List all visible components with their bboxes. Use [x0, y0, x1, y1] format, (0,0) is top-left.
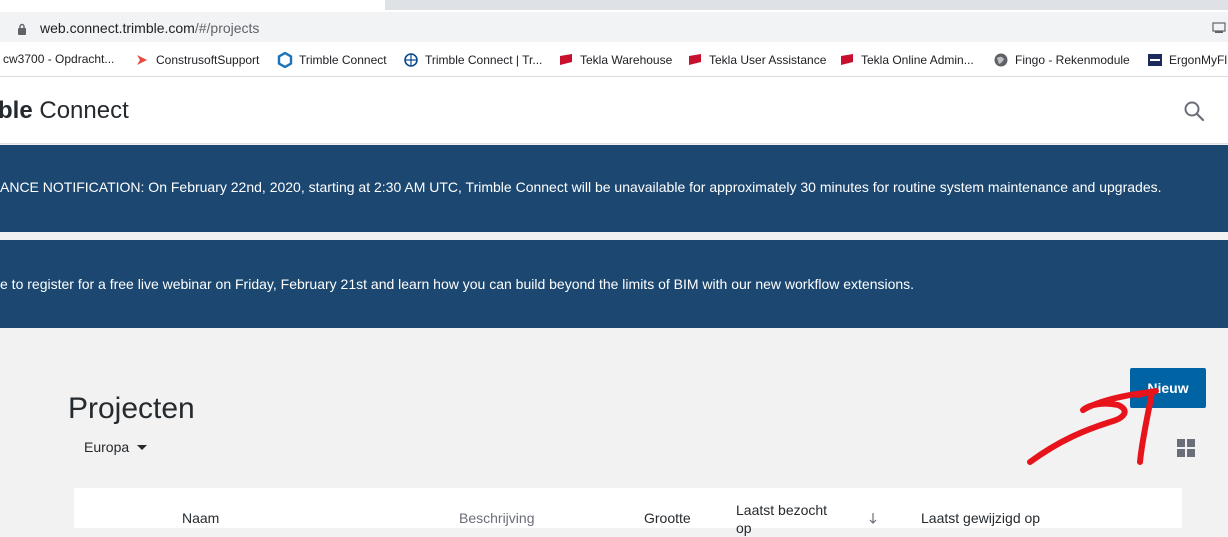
- column-name[interactable]: Naam: [182, 510, 219, 526]
- browser-tab-strip: [0, 0, 1228, 10]
- bookmark-label: Fingo - Rekenmodule: [1015, 53, 1130, 67]
- bookmark-label: ErgonMyFl: [1169, 53, 1228, 67]
- browser-address-bar: web.connect.trimble.com/#/projects: [0, 10, 1228, 44]
- bookmark-item[interactable]: Tekla Warehouse: [558, 52, 672, 68]
- bookmark-item[interactable]: Trimble Connect | Tr...: [403, 52, 542, 68]
- url-host: web.connect.trimble.com: [40, 20, 195, 36]
- bookmark-item[interactable]: ConstrusoftSupport: [134, 52, 259, 68]
- globe-icon: [994, 53, 1008, 67]
- column-last-visited-line1: Laatst bezocht: [736, 502, 828, 518]
- bookmark-item[interactable]: ErgonMyFl: [1147, 52, 1227, 68]
- bookmark-item[interactable]: cw3700 - Opdracht...: [3, 52, 114, 66]
- bookmark-label: Tekla Online Admin...: [861, 53, 974, 67]
- column-last-modified[interactable]: Laatst gewijzigd op: [921, 510, 1040, 526]
- maintenance-banner: ANCE NOTIFICATION: On February 22nd, 202…: [0, 145, 1228, 232]
- browser-active-tab[interactable]: [0, 0, 385, 10]
- column-size[interactable]: Grootte: [644, 510, 691, 526]
- webinar-text[interactable]: e to register for a free live webinar on…: [0, 276, 914, 292]
- bookmark-label: ConstrusoftSupport: [156, 53, 260, 67]
- brand-bold: ble: [0, 97, 33, 124]
- url-text[interactable]: web.connect.trimble.com/#/projects: [40, 20, 259, 36]
- search-icon[interactable]: [1183, 100, 1205, 122]
- brand-light: Connect: [32, 97, 129, 124]
- bookmarks-bar: cw3700 - Opdracht... ConstrusoftSupport …: [0, 44, 1228, 77]
- webinar-banner[interactable]: e to register for a free live webinar on…: [0, 240, 1228, 328]
- app-header: ble Connect: [0, 77, 1228, 144]
- region-label: Europa: [84, 439, 130, 455]
- bookmark-label: Trimble Connect | Tr...: [425, 53, 543, 67]
- grid-view-icon[interactable]: [1177, 439, 1195, 457]
- construsoft-icon: [137, 55, 147, 65]
- cast-icon[interactable]: [1212, 22, 1226, 34]
- bookmark-item[interactable]: Fingo - Rekenmodule: [993, 52, 1130, 68]
- ergon-icon: [1148, 54, 1162, 66]
- sort-icon[interactable]: [868, 512, 878, 524]
- maintenance-text: ANCE NOTIFICATION: On February 22nd, 202…: [0, 179, 1162, 195]
- lock-icon[interactable]: [16, 23, 28, 35]
- caret-down-icon: [137, 444, 148, 450]
- bookmark-item[interactable]: Tekla User Assistance: [687, 52, 826, 68]
- bookmark-label: cw3700 - Opdracht...: [3, 52, 115, 66]
- url-path: /#/projects: [194, 20, 260, 36]
- url-field[interactable]: web.connect.trimble.com/#/projects: [0, 12, 1228, 42]
- column-last-visited[interactable]: Laatst bezocht op: [736, 501, 827, 537]
- tekla-icon: [841, 54, 853, 65]
- brand-logo[interactable]: ble Connect: [0, 97, 129, 125]
- page-title: Projecten: [68, 392, 195, 426]
- bookmark-label: Tekla Warehouse: [580, 53, 673, 67]
- bookmark-label: Tekla User Assistance: [709, 53, 827, 67]
- bookmark-label: Trimble Connect: [299, 53, 387, 67]
- tekla-icon: [560, 54, 572, 65]
- region-selector[interactable]: Europa: [84, 439, 148, 455]
- bookmark-item[interactable]: Tekla Online Admin...: [839, 52, 974, 68]
- column-last-visited-line2: op: [736, 520, 752, 536]
- trimble-connect-icon: [277, 52, 293, 68]
- column-description[interactable]: Beschrijving: [459, 510, 534, 526]
- projects-table-header: Naam Beschrijving Grootte Laatst bezocht…: [74, 488, 1182, 536]
- tekla-icon: [689, 54, 701, 65]
- bookmark-item[interactable]: Trimble Connect: [277, 52, 387, 68]
- new-project-button[interactable]: Nieuw: [1130, 368, 1206, 408]
- trimble-globe-icon: [404, 53, 418, 67]
